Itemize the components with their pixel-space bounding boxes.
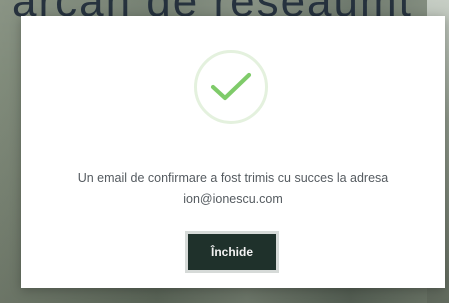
success-check-icon: [194, 50, 268, 124]
confirmation-modal: Un email de confirmare a fost trimis cu …: [21, 16, 445, 288]
close-button[interactable]: Închide: [188, 234, 276, 270]
confirmation-message-line: Un email de confirmare a fost trimis cu …: [77, 171, 389, 185]
confirmation-email: ion@ionescu.com: [183, 192, 283, 206]
confirmation-message: Un email de confirmare a fost trimis cu …: [21, 168, 445, 210]
